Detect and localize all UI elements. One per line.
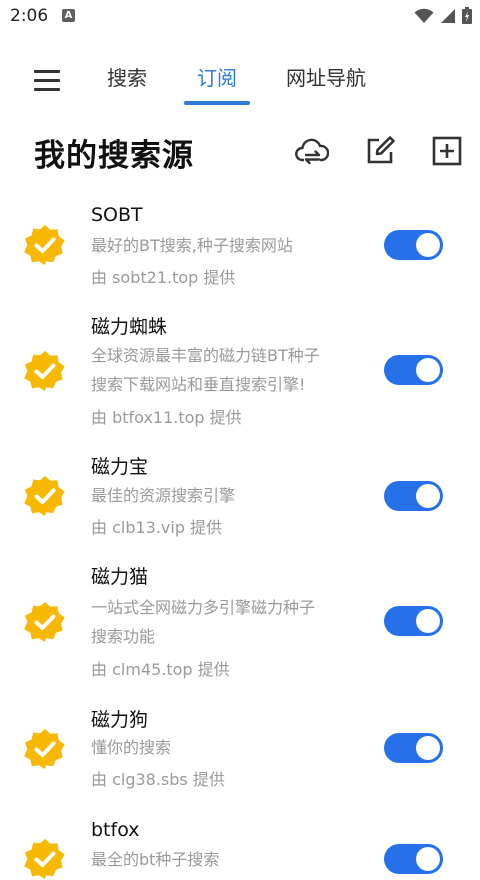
source-toggle[interactable] xyxy=(384,733,443,763)
notification-icon: A xyxy=(62,9,75,22)
wifi-icon xyxy=(414,8,434,23)
active-tab-indicator xyxy=(184,101,250,105)
source-name: 磁力狗 xyxy=(91,709,149,731)
source-toggle[interactable] xyxy=(384,844,443,874)
top-navigation: 搜索 订阅 网址导航 xyxy=(0,56,480,108)
source-name: 磁力宝 xyxy=(91,456,149,478)
verified-badge-icon xyxy=(24,729,65,769)
source-provider: 由 sobt21.top 提供 xyxy=(91,268,236,287)
source-provider: 由 btfox11.top 提供 xyxy=(91,408,242,427)
tab-search[interactable]: 搜索 xyxy=(107,62,147,91)
source-description: 最全的bt种子搜索 xyxy=(91,850,220,869)
tab-subscriptions[interactable]: 订阅 xyxy=(197,62,237,91)
source-provider: 由 clm45.top 提供 xyxy=(91,660,230,679)
source-toggle[interactable] xyxy=(384,355,443,385)
status-time: 2:06 xyxy=(10,6,49,26)
signal-icon xyxy=(441,8,455,23)
source-name: SOBT xyxy=(91,204,143,226)
battery-icon xyxy=(462,7,472,24)
source-toggle[interactable] xyxy=(384,606,443,636)
source-description: 搜索功能 xyxy=(91,627,156,646)
verified-badge-icon xyxy=(24,839,65,879)
tab-url-navigation[interactable]: 网址导航 xyxy=(286,62,366,91)
source-description: 最佳的资源搜索引擎 xyxy=(91,486,236,505)
source-description: 全球资源最丰富的磁力链BT种子 xyxy=(91,346,320,365)
edit-icon[interactable] xyxy=(363,134,397,168)
source-provider: 由 clb13.vip 提供 xyxy=(91,518,223,537)
page-title: 我的搜索源 xyxy=(34,138,194,174)
verified-badge-icon xyxy=(24,602,65,642)
add-icon[interactable] xyxy=(430,134,464,168)
cloud-sync-icon[interactable] xyxy=(295,134,329,168)
system-icons xyxy=(414,7,472,24)
source-name: 磁力蜘蛛 xyxy=(91,316,168,338)
source-description: 搜索下载网站和垂直搜索引擎! xyxy=(91,375,306,394)
source-provider: 由 clg38.sbs 提供 xyxy=(91,770,225,789)
source-toggle[interactable] xyxy=(384,230,443,260)
source-name: 磁力猫 xyxy=(91,566,149,588)
source-description: 最好的BT搜索,种子搜索网站 xyxy=(91,236,293,255)
status-bar: 2:06 A xyxy=(0,0,480,34)
menu-icon[interactable] xyxy=(34,70,60,92)
verified-badge-icon xyxy=(24,225,65,265)
verified-badge-icon xyxy=(24,476,65,516)
source-toggle[interactable] xyxy=(384,481,443,511)
source-description: 一站式全网磁力多引擎磁力种子 xyxy=(91,598,316,617)
verified-badge-icon xyxy=(24,351,65,391)
source-description: 懂你的搜索 xyxy=(91,738,172,757)
source-name: btfox xyxy=(91,819,140,841)
